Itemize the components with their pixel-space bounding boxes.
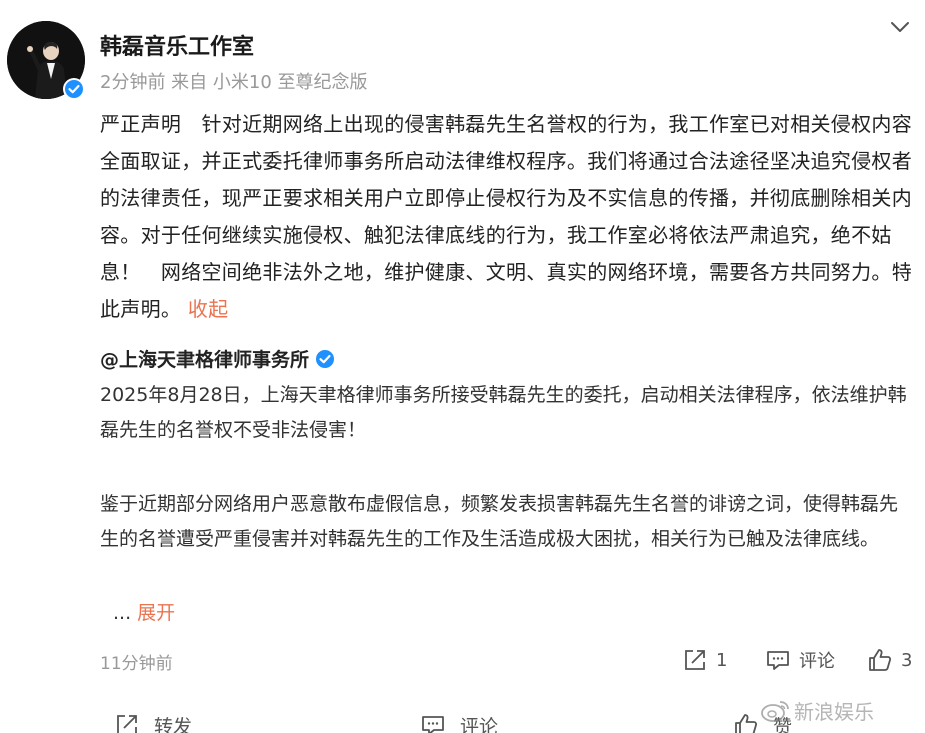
expand-link[interactable]: 展开 bbox=[137, 602, 175, 624]
post-text: 严正声明 针对近期网络上出现的侵害韩磊先生名誉权的行为，我工作室已对相关侵权内容… bbox=[100, 112, 912, 321]
ellipsis: ... bbox=[113, 602, 132, 624]
quoted-author-name[interactable]: @上海天聿格律师事务所 bbox=[100, 345, 309, 372]
weibo-logo-icon bbox=[761, 700, 789, 722]
share-icon bbox=[685, 650, 705, 670]
expand-row: ... 展开 bbox=[113, 598, 175, 625]
chevron-down-icon[interactable] bbox=[889, 16, 911, 38]
comment-label: 评论 bbox=[799, 651, 835, 672]
quoted-paragraph: 鉴于近期部分网络用户恶意散布虚假信息，频繁发表损害韩磊先生名誉的诽谤之词，使得韩… bbox=[100, 493, 899, 550]
repost-label: 转发 bbox=[154, 716, 193, 733]
quoted-paragraph: 2025年8月28日，上海天聿格律师事务所接受韩磊先生的委托，启动相关法律程序，… bbox=[100, 384, 907, 441]
quoted-timestamp: 11分钟前 bbox=[100, 654, 173, 674]
watermark-text: 新浪娱乐 bbox=[794, 700, 874, 724]
verified-icon bbox=[316, 349, 335, 368]
weibo-post: 韩磊音乐工作室 2分钟前 来自 小米10 至尊纪念版 严正声明 针对近期网络上出… bbox=[0, 0, 925, 733]
post-author-name[interactable]: 韩磊音乐工作室 bbox=[100, 29, 254, 61]
quoted-comment-button[interactable]: 评论 bbox=[765, 647, 835, 673]
thumbs-up-icon bbox=[735, 714, 758, 733]
repost-count: 1 bbox=[716, 649, 728, 671]
thumbs-up-icon bbox=[869, 649, 892, 671]
verified-badge bbox=[63, 78, 85, 100]
verified-check-icon bbox=[65, 80, 83, 98]
comment-icon bbox=[767, 651, 789, 670]
collapse-link[interactable]: 收起 bbox=[188, 297, 229, 321]
like-count: 3 bbox=[901, 649, 913, 671]
quoted-author[interactable]: @上海天聿格律师事务所 bbox=[100, 345, 335, 372]
comment-button[interactable]: 评论 bbox=[420, 712, 498, 733]
comment-icon bbox=[422, 716, 444, 733]
quoted-repost-button[interactable]: 1 bbox=[682, 647, 727, 673]
watermark: 新浪娱乐 bbox=[760, 696, 874, 725]
comment-label: 评论 bbox=[460, 716, 499, 733]
share-icon bbox=[117, 715, 137, 733]
post-body: 严正声明 针对近期网络上出现的侵害韩磊先生名誉权的行为，我工作室已对相关侵权内容… bbox=[100, 106, 915, 328]
quoted-like-button[interactable]: 3 bbox=[867, 647, 912, 673]
post-meta: 2分钟前 来自 小米10 至尊纪念版 bbox=[100, 72, 368, 93]
repost-button[interactable]: 转发 bbox=[114, 712, 192, 733]
